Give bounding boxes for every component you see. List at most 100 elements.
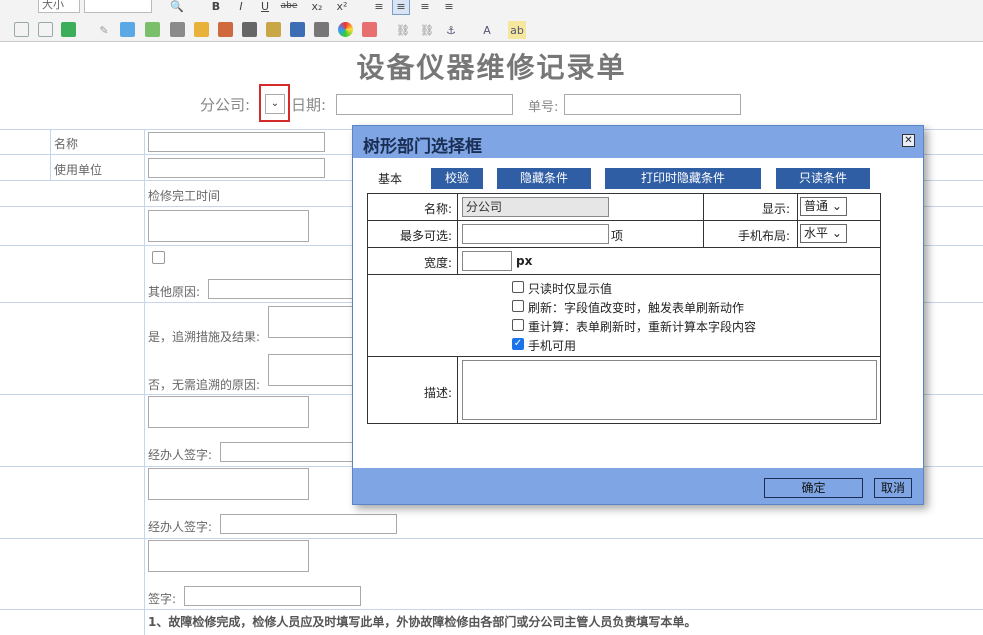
handler-sign-input-2[interactable]: [220, 514, 397, 534]
notes-textarea-3[interactable]: [148, 540, 309, 572]
panel-col-line: [457, 356, 458, 423]
editor-toolbar: 大小 🔍 B I U abe x₂ x² ≡ ≡ ≡ ≡ ✎ ⛓ ⛓ ⚓ A a…: [0, 0, 983, 42]
close-icon[interactable]: ✕: [902, 134, 915, 147]
underline-button[interactable]: U: [256, 0, 274, 15]
screenshot-icon[interactable]: [314, 22, 329, 37]
fault-checkbox[interactable]: [152, 251, 165, 264]
date-label: 日期:: [291, 96, 327, 114]
image-icon[interactable]: [145, 22, 160, 37]
refresh-checkbox[interactable]: [512, 300, 524, 312]
width-input[interactable]: [462, 251, 512, 271]
finish-time-label: 检修完工时间: [148, 189, 221, 203]
preview-icon[interactable]: [38, 22, 53, 37]
yes-trace-textarea[interactable]: [268, 306, 358, 338]
ok-button[interactable]: 确定: [764, 478, 863, 498]
tab-basic[interactable]: 基本: [367, 168, 413, 189]
mobile-layout-value: 水平: [804, 226, 829, 240]
footer-note: 1、故障检修完成，检修人员应及时填写此单，外协故障检修由各部门或分公司主管人员负…: [148, 615, 697, 629]
font-color-icon[interactable]: A: [478, 21, 496, 39]
color-icon[interactable]: [338, 22, 353, 37]
mobile-enabled-label: 手机可用: [528, 339, 577, 353]
display-select-value: 普通: [804, 199, 829, 213]
dialog-titlebar[interactable]: 树形部门选择框 ✕: [353, 126, 923, 158]
display-label: 显示:: [761, 202, 790, 216]
tab-validation[interactable]: 校验: [431, 168, 483, 189]
no-trace-textarea[interactable]: [268, 354, 358, 386]
handler-sign-input-1[interactable]: [220, 442, 360, 462]
unit-input[interactable]: [148, 158, 325, 178]
align-center-icon[interactable]: ≡: [392, 0, 410, 15]
mobile-layout-select[interactable]: 水平 ⌄: [800, 224, 847, 243]
anchor-icon[interactable]: ⚓: [442, 21, 460, 39]
sign-label: 签字:: [148, 592, 177, 606]
panel-row-line: [368, 356, 880, 357]
dialog-footer: 确定 取消: [353, 468, 923, 504]
list-icon[interactable]: [61, 22, 76, 37]
panel-row-line: [368, 220, 880, 221]
tab-hide-condition[interactable]: 隐藏条件: [497, 168, 591, 189]
unlink-icon[interactable]: ⛓: [418, 21, 436, 39]
picture-icon[interactable]: [266, 22, 281, 37]
eraser-icon[interactable]: ✎: [95, 21, 113, 39]
name-input[interactable]: [148, 132, 325, 152]
qrcode-icon[interactable]: [242, 22, 257, 37]
handler-sign-label-1: 经办人签字:: [148, 448, 213, 462]
no-trace-label: 否，无需追溯的原因:: [148, 378, 261, 392]
dialog-title: 树形部门选择框: [363, 137, 482, 157]
mobile-layout-label: 手机布局:: [737, 229, 790, 243]
max-select-label: 最多可选:: [399, 229, 452, 243]
date-input[interactable]: [336, 94, 513, 115]
grid-line: [50, 129, 51, 181]
source-icon[interactable]: [14, 22, 29, 37]
grid-line: [0, 538, 983, 539]
subscript-button[interactable]: x₂: [308, 0, 326, 15]
name-field-input[interactable]: 分公司: [462, 197, 609, 217]
number-input[interactable]: [564, 94, 741, 115]
name-label: 名称: [54, 137, 79, 151]
panel-col-line: [797, 194, 798, 247]
link-icon[interactable]: ⛓: [394, 21, 412, 39]
map-icon[interactable]: [194, 22, 209, 37]
tree-dept-dialog: 树形部门选择框 ✕ 基本 校验 隐藏条件 打印时隐藏条件 只读条件 名称: 分公…: [352, 125, 924, 505]
delete-icon[interactable]: [362, 22, 377, 37]
cancel-button[interactable]: 取消: [874, 478, 912, 498]
unit-label: 使用单位: [54, 163, 103, 177]
notes-textarea-1[interactable]: [148, 396, 309, 428]
mobile-enabled-checkbox[interactable]: ✓: [512, 338, 524, 350]
other-reason-label: 其他原因:: [148, 285, 201, 299]
media-icon[interactable]: [170, 22, 185, 37]
width-label: 宽度:: [423, 256, 452, 270]
grid-line: [0, 609, 983, 610]
spellcheck-icon[interactable]: ab: [508, 21, 526, 39]
font-family-select[interactable]: [84, 0, 152, 13]
display-select[interactable]: 普通 ⌄: [800, 197, 847, 216]
tab-print-hide-condition[interactable]: 打印时隐藏条件: [605, 168, 761, 189]
italic-button[interactable]: I: [232, 0, 250, 15]
other-reason-input[interactable]: [208, 279, 358, 299]
panel-col-line: [457, 194, 458, 274]
readonly-value-checkbox[interactable]: [512, 281, 524, 293]
sign-input[interactable]: [184, 586, 361, 606]
font-size-select[interactable]: 大小: [38, 0, 80, 13]
description-textarea[interactable]: [462, 360, 877, 420]
align-justify-icon[interactable]: ≡: [440, 0, 458, 15]
refresh-label: 刷新：字段值改变时，触发表单刷新动作: [528, 301, 745, 315]
branch-label: 分公司:: [200, 96, 251, 114]
max-select-input[interactable]: [462, 224, 609, 244]
superscript-button[interactable]: x²: [333, 0, 351, 15]
align-left-icon[interactable]: ≡: [370, 0, 388, 15]
finish-time-textarea[interactable]: [148, 210, 309, 242]
cube-icon[interactable]: [120, 22, 135, 37]
width-unit: px: [516, 254, 533, 268]
tab-readonly-condition[interactable]: 只读条件: [776, 168, 870, 189]
max-select-unit: 项: [611, 229, 624, 243]
word-icon[interactable]: [290, 22, 305, 37]
yes-trace-label: 是，追溯措施及结果:: [148, 330, 261, 344]
align-right-icon[interactable]: ≡: [416, 0, 434, 15]
find-icon[interactable]: 🔍: [168, 0, 186, 15]
strikethrough-button[interactable]: abe: [280, 0, 298, 15]
bold-button[interactable]: B: [207, 0, 225, 15]
notes-textarea-2[interactable]: [148, 468, 309, 500]
attachment-icon[interactable]: [218, 22, 233, 37]
recalculate-checkbox[interactable]: [512, 319, 524, 331]
